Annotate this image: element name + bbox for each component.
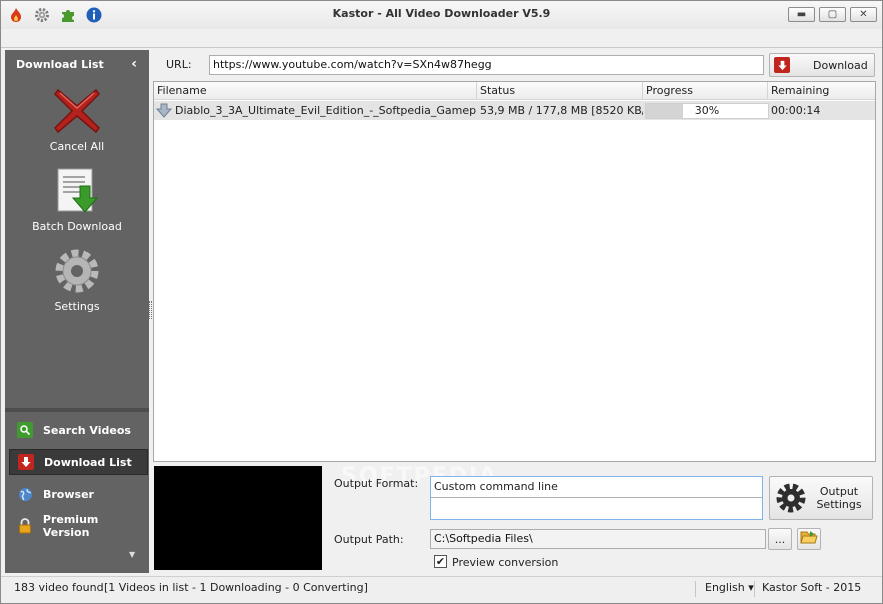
preview-conversion-label: Preview conversion [452,556,559,569]
cell-filename: Diablo_3_3A_Ultimate_Evil_Edition_-_Soft… [175,104,477,117]
column-header-filename[interactable]: Filename [154,82,477,100]
company-label: Kastor Soft - 2015 [762,581,862,594]
download-table: Filename Status Progress Remaining Diabl… [153,81,876,462]
cell-remaining: 00:00:14 [771,104,821,117]
open-folder-button[interactable] [797,528,821,550]
preview-conversion-checkbox[interactable]: ✔ [434,555,447,568]
column-header-remaining[interactable]: Remaining [768,82,875,100]
status-bar: 183 video found [1 Videos in list - 1 Do… [1,576,882,603]
title-bar: Kastor - All Video Downloader V5.9 ▬ ▢ ✕ [1,1,882,29]
download-button-label: Download [813,58,868,72]
collapse-sidebar-icon[interactable]: ‹ [131,56,137,72]
settings-label: Settings [54,300,100,313]
progress-text: 30% [694,104,720,117]
download-button[interactable]: Download [769,53,875,77]
toolbar-divider [1,47,882,48]
output-settings-button[interactable]: Output Settings [769,476,873,520]
sidebar-splitter[interactable] [5,408,149,412]
table-row[interactable]: Diablo_3_3A_Ultimate_Evil_Edition_-_Soft… [154,101,875,120]
gear-icon [773,480,809,516]
nav-download-list[interactable]: Download List [9,449,148,475]
output-format-select[interactable]: Custom command line [430,476,763,520]
sidebar-title: Download List [16,57,104,71]
video-count: 183 video found [14,581,104,594]
progress-bar: 30% [645,103,769,119]
output-path-label: Output Path: [334,533,404,546]
window-title: Kastor - All Video Downloader V5.9 [332,7,551,20]
queue-summary: [1 Videos in list - 1 Downloading - 0 Co… [104,581,368,594]
nav-download-list-label: Download List [44,455,132,469]
folder-icon [800,530,818,548]
output-path-input[interactable]: C:\Softpedia Files\ [430,529,766,549]
browse-button[interactable]: ... [768,528,792,550]
cancel-all-button[interactable]: Cancel All [5,86,149,153]
minimize-button[interactable]: ▬ [788,7,815,22]
column-header-progress[interactable]: Progress [643,82,768,100]
nav-premium-version-label: Premium Version [42,513,99,539]
download-icon [18,454,34,470]
sidebar: Download List ‹ Cancel All Batch Downloa… [5,50,149,573]
batch-download-label: Batch Download [32,220,122,233]
batch-download-icon [52,166,102,216]
nav-browser[interactable]: Browser [9,481,148,507]
gear-icon [52,246,102,296]
output-settings-label: Output Settings [809,485,869,511]
status-separator [754,581,755,597]
close-button[interactable]: ✕ [850,7,877,22]
output-settings-label-line1: Output [819,485,859,498]
url-label: URL: [166,58,192,71]
window-controls: ▬ ▢ ✕ [788,7,877,22]
table-header: Filename Status Progress Remaining [154,82,875,100]
cell-status: 53,9 MB / 177,8 MB [8520 KB/s] [480,104,643,117]
batch-download-button[interactable]: Batch Download [5,166,149,233]
download-arrow-icon [155,103,173,121]
sidebar-header: Download List ‹ [5,50,149,78]
nav-browser-label: Browser [43,487,94,501]
output-settings-label-line2: Settings [816,498,862,511]
panel-resize-grip[interactable] [149,301,152,319]
nav-search-videos-label: Search Videos [43,423,131,437]
more-nav-icon[interactable]: ▼ [129,550,135,559]
column-header-status[interactable]: Status [477,82,643,100]
video-preview [154,466,322,570]
download-icon [774,57,790,73]
globe-icon [17,486,33,502]
maximize-button[interactable]: ▢ [819,7,846,22]
nav-premium-version[interactable]: Premium Version [9,513,148,539]
cancel-x-icon [52,86,102,136]
language-selector[interactable]: English ▾ [705,577,754,604]
status-separator [695,581,696,597]
cancel-all-label: Cancel All [49,140,105,153]
lock-icon [17,518,33,534]
output-format-label: Output Format: [334,477,419,490]
nav-search-videos[interactable]: Search Videos [9,417,148,443]
search-icon [17,422,33,438]
app-window: Kastor - All Video Downloader V5.9 ▬ ▢ ✕… [0,0,883,604]
url-input[interactable]: https://www.youtube.com/watch?v=SXn4w87h… [209,55,764,75]
settings-button[interactable]: Settings [5,246,149,313]
output-format-value[interactable]: Custom command line [431,477,762,498]
